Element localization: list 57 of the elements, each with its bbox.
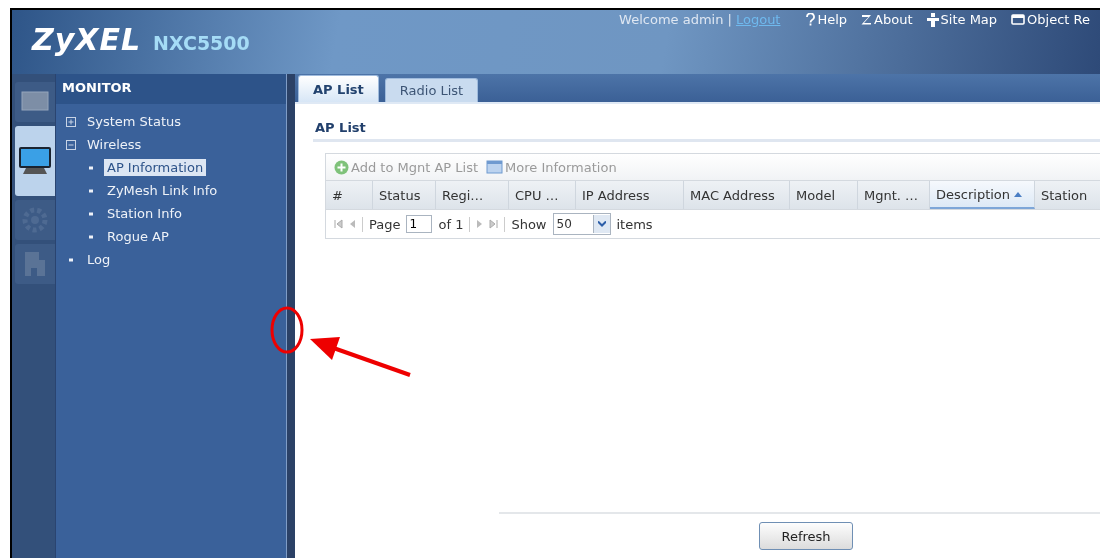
window-icon	[486, 160, 503, 174]
splitter-handle[interactable]	[286, 74, 295, 558]
model-name: NXC5500	[153, 32, 250, 54]
sort-up-icon	[1014, 191, 1023, 197]
bullet-icon	[86, 165, 96, 170]
column-header[interactable]: Status	[373, 181, 436, 209]
z-icon	[861, 14, 873, 25]
column-header[interactable]: Description	[930, 181, 1035, 209]
column-header[interactable]: Regi…	[436, 181, 509, 209]
collapse-icon[interactable]	[66, 139, 76, 150]
rail-tab[interactable]	[15, 126, 55, 196]
menu-item[interactable]: Log	[84, 251, 114, 268]
show-label: Show	[511, 216, 547, 232]
column-header[interactable]: #	[326, 181, 373, 209]
header-link[interactable]: Site Map	[926, 12, 998, 27]
refresh-button[interactable]: Refresh	[759, 522, 853, 550]
header-link[interactable]: About	[861, 12, 913, 27]
section-title: AP List	[313, 104, 1100, 142]
page-label: Page	[369, 216, 401, 232]
tool-icon	[22, 249, 48, 279]
welcome-text: Welcome admin |	[619, 12, 732, 27]
column-header[interactable]: MAC Address	[684, 181, 790, 209]
column-header[interactable]: Model	[790, 181, 858, 209]
sitemap-icon	[926, 12, 939, 27]
screen-icon	[20, 90, 50, 114]
previous-page-icon[interactable]	[349, 219, 356, 229]
header-link[interactable]: Help	[806, 12, 848, 27]
column-header[interactable]: CPU …	[509, 181, 576, 209]
page-field[interactable]: 1	[406, 215, 433, 233]
next-page-icon[interactable]	[476, 219, 484, 229]
expand-icon[interactable]	[66, 116, 76, 127]
add-icon	[334, 159, 349, 175]
column-header[interactable]: Station	[1035, 181, 1100, 209]
window-icon	[1011, 13, 1026, 26]
bullet-icon	[86, 234, 96, 239]
header-link[interactable]: Object Re	[1011, 12, 1090, 27]
tab[interactable]: AP List	[298, 75, 379, 102]
help-icon	[806, 13, 816, 26]
menu-item[interactable]: System Status	[84, 113, 185, 130]
page-count: of 1	[438, 216, 464, 232]
column-header[interactable]: IP Address	[576, 181, 684, 209]
menu-item[interactable]: ZyMesh Link Info	[104, 182, 221, 199]
monitor-icon	[18, 146, 52, 176]
logo: ZyXEL	[32, 22, 142, 57]
bullet-icon	[66, 257, 76, 262]
bullet-icon	[86, 188, 96, 193]
items-label: items	[616, 216, 653, 232]
tab[interactable]: Radio List	[384, 78, 479, 102]
menu-item[interactable]: Rogue AP	[104, 228, 172, 245]
last-page-icon[interactable]	[489, 219, 499, 229]
menu-item[interactable]: Station Info	[104, 205, 185, 222]
menu-item[interactable]: AP Information	[104, 159, 207, 176]
menu-title: MONITOR	[56, 74, 286, 104]
menu-item[interactable]: Wireless	[84, 136, 145, 153]
page-size-dropdown[interactable]: 50	[552, 213, 611, 235]
first-page-icon[interactable]	[334, 219, 343, 229]
bullet-icon	[86, 211, 96, 216]
